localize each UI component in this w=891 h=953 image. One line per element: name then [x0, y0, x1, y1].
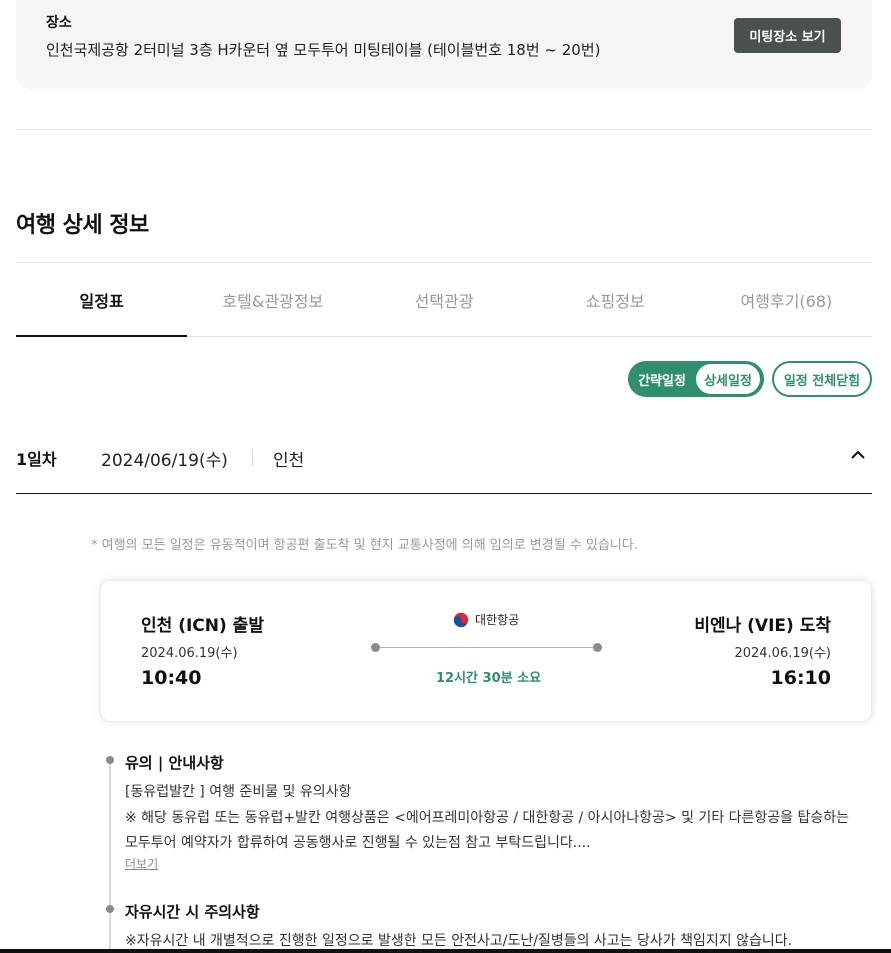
notes-line: [동유럽발칸 ] 여행 준비물 및 유의사항 — [125, 784, 352, 800]
departure-title: 인천 (ICN) 출발 — [141, 616, 264, 636]
arrival-title: 비엔나 (VIE) 도착 — [694, 616, 831, 636]
tab-optional-tours[interactable]: 선택관광 — [358, 263, 529, 336]
tab-reviews[interactable]: 여행후기(68) — [701, 263, 872, 336]
meeting-label: 장소 — [46, 15, 72, 31]
divider — [16, 129, 872, 130]
tab-itinerary[interactable]: 일정표 — [16, 263, 188, 337]
tab-shopping[interactable]: 쇼핑정보 — [530, 263, 701, 336]
detail-tabs: 일정표 호텔&관광정보 선택관광 쇼핑정보 여행후기(68) — [16, 262, 872, 337]
more-link[interactable]: 더보기 — [125, 855, 158, 872]
airline-name: 대한항공 — [475, 613, 520, 627]
notes-line: 모두투어 예약자가 합류하여 공동행사로 진행될 수 있는점 참고 부탁드립니다… — [125, 835, 591, 851]
day-separator — [252, 449, 253, 466]
day-header[interactable]: 1일차 2024/06/19(수) 인천 — [16, 430, 872, 494]
meeting-place-text: 인천국제공항 2터미널 3층 H카운터 옆 모두투어 미팅테이블 (테이블번호 … — [46, 41, 601, 59]
airline: 대한항공 — [453, 611, 519, 628]
day-date: 2024/06/19(수) — [101, 451, 228, 471]
meeting-place-box: 장소 인천국제공항 2터미널 3층 H카운터 옆 모두투어 미팅테이블 (테이블… — [16, 0, 872, 89]
route-line — [375, 647, 597, 648]
chevron-up-icon[interactable] — [850, 447, 866, 463]
free-time-line: ※자유시간 내 개별적으로 진행한 일정으로 발생한 모든 안전사고/도난/질병… — [125, 933, 793, 949]
korean-air-logo-icon — [453, 611, 469, 628]
bottom-edge — [0, 949, 891, 953]
day-city: 인천 — [273, 451, 305, 471]
flight-card: 인천 (ICN) 출발 2024.06.19(수) 10:40 대한항공 12시… — [100, 580, 872, 722]
notes-title: 유의 | 안내사항 — [125, 754, 224, 772]
detailed-itinerary-toggle[interactable]: 상세일정 — [696, 364, 760, 394]
view-meeting-place-button[interactable]: 미팅장소 보기 — [734, 18, 841, 53]
simple-itinerary-toggle[interactable]: 간략일정 — [628, 370, 696, 389]
free-time-title: 자유시간 시 주의사항 — [125, 903, 260, 921]
timeline-dot — [106, 905, 114, 913]
collapse-all-button[interactable]: 일정 전체닫힘 — [772, 361, 872, 397]
timeline-line — [109, 760, 111, 953]
departure-date: 2024.06.19(수) — [141, 646, 238, 661]
view-toggle: 간략일정 상세일정 — [628, 361, 764, 397]
departure-time: 10:40 — [141, 667, 202, 689]
arrival-time: 16:10 — [770, 667, 831, 689]
itinerary-notice: * 여행의 모든 일정은 유동적이며 항공편 출도착 및 현지 교통사정에 의해… — [91, 538, 638, 553]
route-start-dot — [371, 643, 380, 652]
section-title: 여행 상세 정보 — [16, 213, 149, 238]
flight-duration: 12시간 30분 소요 — [436, 671, 542, 686]
arrival-date: 2024.06.19(수) — [734, 646, 831, 661]
tab-hotel-sightseeing[interactable]: 호텔&관광정보 — [187, 263, 358, 336]
timeline-dot — [106, 756, 114, 764]
day-number: 1일차 — [16, 450, 57, 469]
route-end-dot — [593, 643, 602, 652]
notes-line: ※ 해당 동유럽 또는 동유럽+발칸 여행상품은 <에어프레미아항공 / 대한항… — [125, 810, 850, 826]
